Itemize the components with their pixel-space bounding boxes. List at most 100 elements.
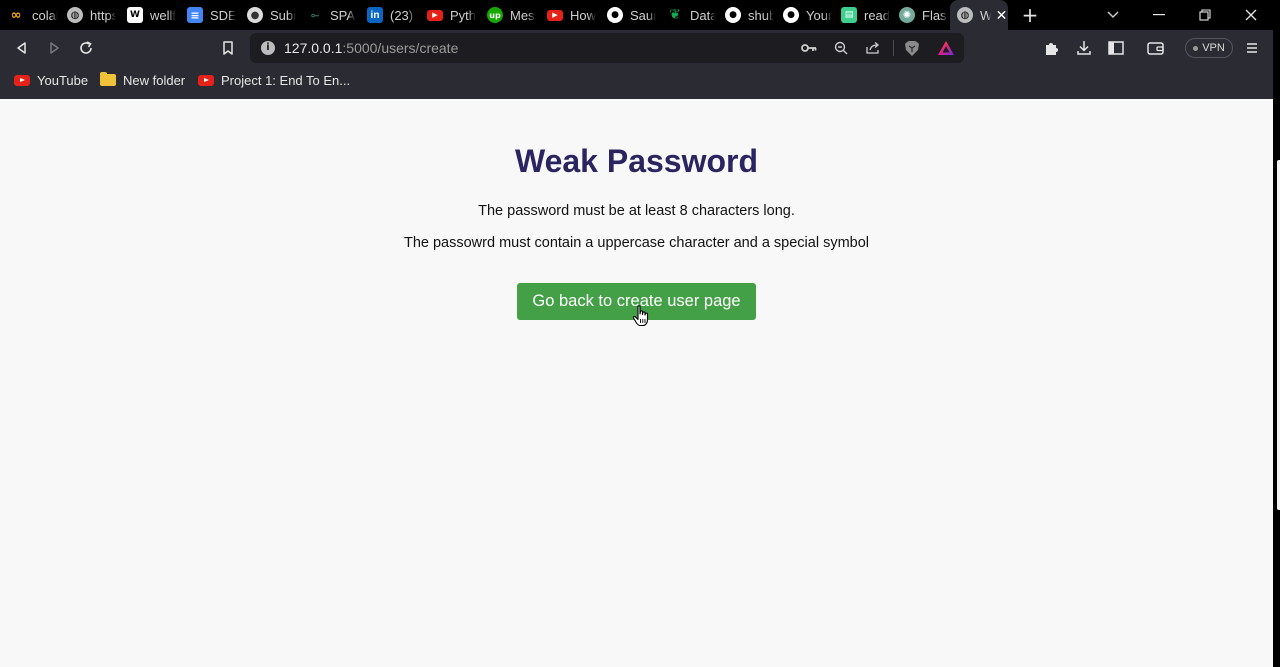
youtube-icon: ▶ bbox=[547, 9, 563, 21]
vpn-label: VPN bbox=[1202, 42, 1225, 54]
forward-nav-button[interactable] bbox=[40, 30, 68, 66]
tab-wellfound[interactable]: W wellf bbox=[120, 0, 180, 30]
zoom-out-icon bbox=[834, 41, 848, 55]
tab-data[interactable]: ❦ Data bbox=[660, 0, 718, 30]
youtube-icon: ▶ bbox=[427, 9, 443, 21]
vpn-status-dot bbox=[1193, 45, 1199, 51]
plus-icon: + bbox=[1021, 3, 1039, 27]
downloads-button[interactable] bbox=[1070, 30, 1098, 66]
page-content: Weak Password The password must be at le… bbox=[0, 99, 1273, 667]
bookmarks-bar: YouTube New folder Project 1: End To En.… bbox=[0, 66, 1273, 99]
globe-icon: ◍ bbox=[957, 7, 973, 23]
bookmark-icon bbox=[223, 41, 233, 55]
key-icon bbox=[801, 44, 817, 52]
globe-icon: ◍ bbox=[67, 7, 83, 23]
back-icon bbox=[17, 42, 26, 54]
tab-sde[interactable]: ≡ SDE I bbox=[180, 0, 240, 30]
hand-pointer-icon bbox=[632, 305, 649, 327]
url-path: :5000/users/create bbox=[342, 40, 459, 56]
sidebar-icon bbox=[1108, 41, 1124, 55]
tab-label: shub bbox=[748, 7, 774, 23]
wallet-button[interactable] bbox=[1142, 30, 1170, 66]
tab-label: (23) I bbox=[390, 7, 416, 23]
puzzle-icon bbox=[1046, 43, 1058, 55]
brave-rewards-button[interactable] bbox=[933, 33, 959, 63]
vpn-button[interactable]: VPN bbox=[1185, 38, 1233, 58]
minimize-icon bbox=[1153, 14, 1165, 16]
tab-shub[interactable]: ● shub bbox=[718, 0, 776, 30]
tab-search-button[interactable] bbox=[1100, 0, 1126, 30]
close-window-button[interactable] bbox=[1232, 0, 1270, 30]
tab-label: wellf bbox=[150, 7, 176, 23]
tab-your[interactable]: ● Your bbox=[776, 0, 834, 30]
youtube-icon bbox=[14, 74, 30, 86]
url-host: 127.0.0.1 bbox=[284, 40, 343, 56]
folder-icon bbox=[100, 72, 116, 86]
readme-icon: ▤ bbox=[841, 7, 857, 23]
reload-icon bbox=[80, 41, 92, 54]
tab-linkedin[interactable]: in (23) I bbox=[360, 0, 420, 30]
minimize-button[interactable] bbox=[1140, 0, 1178, 30]
tab-label: SDE I bbox=[210, 7, 236, 23]
tab-readme[interactable]: ▤ readr bbox=[834, 0, 892, 30]
tab-active[interactable]: ◍ W ✕ bbox=[950, 0, 1008, 30]
tab-label: Your bbox=[806, 7, 832, 23]
zoom-button[interactable] bbox=[828, 33, 854, 63]
github-icon: ● bbox=[783, 7, 799, 23]
tab-label: Flask bbox=[922, 7, 948, 23]
tab-spar[interactable]: ⟜ SPAR bbox=[300, 0, 360, 30]
url-text[interactable]: 127.0.0.1:5000/users/create bbox=[284, 40, 458, 56]
tab-https[interactable]: ◍ https bbox=[60, 0, 120, 30]
menu-button[interactable] bbox=[1238, 30, 1266, 66]
bookmark-label: YouTube bbox=[37, 72, 89, 88]
tab-colab[interactable]: ∞ colab bbox=[0, 0, 60, 30]
tab-label: colab bbox=[32, 7, 58, 23]
brave-shields-button[interactable] bbox=[899, 33, 925, 63]
submission-icon: ● bbox=[247, 7, 263, 23]
linkedin-icon: in bbox=[367, 7, 383, 23]
tab-label: https bbox=[90, 7, 116, 23]
address-bar[interactable]: i 127.0.0.1:5000/users/create bbox=[250, 33, 964, 63]
reload-button[interactable] bbox=[72, 30, 100, 66]
window-edge bbox=[1273, 0, 1280, 667]
github-icon: ● bbox=[725, 7, 741, 23]
restore-icon bbox=[1199, 9, 1211, 21]
bookmark-project-1[interactable]: Project 1: End To En... bbox=[198, 66, 350, 94]
address-bar-divider bbox=[893, 40, 894, 56]
site-info-icon[interactable]: i bbox=[261, 41, 275, 55]
back-nav-button[interactable] bbox=[8, 30, 36, 66]
bookmark-youtube[interactable]: YouTube bbox=[14, 66, 88, 94]
share-button[interactable] bbox=[860, 33, 886, 63]
upwork-icon: up bbox=[487, 7, 503, 23]
close-tab-icon[interactable]: ✕ bbox=[995, 7, 1008, 24]
tab-submission[interactable]: ● Subm bbox=[240, 0, 300, 30]
bookmark-label: New folder bbox=[123, 72, 186, 88]
password-key-button[interactable] bbox=[796, 33, 822, 63]
hamburger-menu-icon bbox=[1247, 43, 1257, 53]
close-icon bbox=[1245, 9, 1257, 21]
mongodb-icon: ❦ bbox=[669, 7, 681, 23]
bookmark-new-folder[interactable]: New folder bbox=[100, 66, 185, 94]
tab-how[interactable]: ▶ How bbox=[540, 0, 600, 30]
new-tab-button[interactable]: + bbox=[1016, 0, 1044, 30]
browser-window: ∞ colab ◍ https W wellf ≡ SDE I ● Subm ⟜… bbox=[0, 0, 1273, 667]
tab-label: readr bbox=[864, 7, 890, 23]
youtube-icon bbox=[198, 74, 214, 86]
tab-python[interactable]: ▶ Pytho bbox=[420, 0, 480, 30]
docs-icon: ≡ bbox=[187, 7, 203, 23]
tab-saurabh[interactable]: ● Saura bbox=[600, 0, 660, 30]
tab-strip: ∞ colab ◍ https W wellf ≡ SDE I ● Subm ⟜… bbox=[0, 0, 1273, 30]
password-complexity-message: The passowrd must contain a uppercase ch… bbox=[403, 235, 870, 251]
tab-label: How bbox=[570, 7, 596, 23]
download-icon bbox=[1077, 41, 1091, 55]
restore-button[interactable] bbox=[1186, 0, 1224, 30]
forward-icon bbox=[50, 42, 59, 54]
sidebar-toggle-button[interactable] bbox=[1102, 30, 1130, 66]
tab-messages[interactable]: up Mess bbox=[480, 0, 540, 30]
share-icon bbox=[866, 42, 880, 54]
page-title: Weak Password bbox=[514, 143, 759, 179]
tab-flask[interactable]: ✺ Flask bbox=[892, 0, 950, 30]
extensions-button[interactable] bbox=[1038, 30, 1066, 66]
tab-label: SPAR bbox=[330, 7, 356, 23]
bookmark-button[interactable] bbox=[214, 30, 242, 66]
